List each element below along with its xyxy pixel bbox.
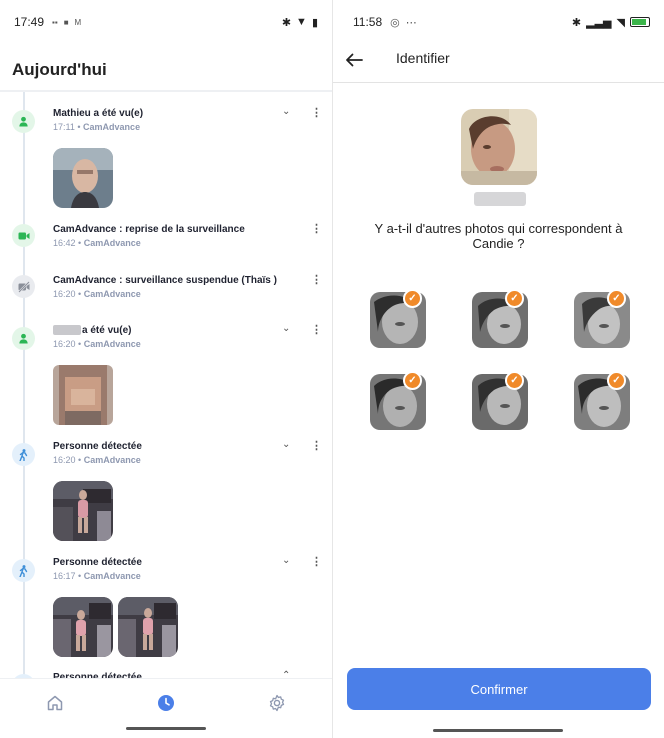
main-face-photo: [461, 109, 537, 185]
person-snapshot[interactable]: [53, 597, 113, 657]
wifi-icon: ◥: [616, 16, 625, 29]
more-options-icon[interactable]: ⋮: [311, 557, 322, 568]
event-meta: 16:42 • CamAdvance: [53, 238, 141, 248]
event-title: CamAdvance : surveillance suspendue (Tha…: [53, 275, 277, 286]
wifi-icon: ▼: [296, 16, 307, 28]
event-title: Mathieu a été vu(e): [53, 108, 144, 119]
more-icon: ⋯: [405, 16, 417, 29]
chevron-down-icon[interactable]: ⌄: [282, 323, 290, 334]
more-options-icon[interactable]: ⋮: [311, 275, 322, 286]
check-icon[interactable]: ✓: [607, 371, 626, 390]
confirm-button[interactable]: Confirmer: [347, 668, 651, 710]
more-options-icon[interactable]: ⋮: [311, 441, 322, 452]
header-divider: [333, 82, 664, 83]
status-bar: 11:58 ◎ ⋯ ✱ ▂▃▅ ◥: [333, 0, 664, 44]
person-icon: [12, 110, 35, 133]
check-icon[interactable]: ✓: [403, 289, 422, 308]
face-thumbnail[interactable]: [53, 365, 113, 425]
gesture-bar: [433, 729, 563, 732]
status-time: 17:49: [14, 15, 45, 29]
check-icon[interactable]: ✓: [403, 371, 422, 390]
camera-icon: [12, 224, 35, 247]
more-options-icon[interactable]: ⋮: [311, 325, 322, 336]
notification-icon: ▪▪: [52, 17, 58, 27]
event-meta: 16:20 • CamAdvance: [53, 455, 141, 465]
event-title: CamAdvance : reprise de la surveillance: [53, 224, 245, 235]
more-options-icon[interactable]: ⋮: [311, 108, 322, 119]
battery-icon: [630, 17, 650, 27]
header-divider: [0, 90, 332, 92]
event-meta: 16:20 • CamAdvance: [53, 339, 141, 349]
face-thumbnail[interactable]: [53, 148, 113, 208]
check-icon[interactable]: ✓: [607, 289, 626, 308]
check-icon[interactable]: ✓: [505, 371, 524, 390]
clock-icon[interactable]: [154, 691, 178, 715]
bluetooth-icon: ✱: [571, 16, 582, 29]
whatsapp-icon: ◎: [390, 16, 400, 29]
check-icon[interactable]: ✓: [505, 289, 524, 308]
status-bar: 17:49 ▪▪ ■ M ✱ ▼ ▮: [0, 0, 332, 44]
page-title: Aujourd'hui: [12, 60, 107, 79]
event-title: Personne détectée: [53, 557, 142, 568]
person-icon: [12, 327, 35, 350]
chevron-down-icon[interactable]: ⌄: [282, 555, 290, 566]
gesture-bar: [126, 727, 206, 730]
chevron-down-icon[interactable]: ⌄: [282, 439, 290, 450]
bottom-navigation: [0, 678, 332, 738]
battery-icon: ▮: [311, 16, 318, 29]
person-snapshot[interactable]: [53, 481, 113, 541]
event-meta: 17:11 • CamAdvance: [53, 122, 141, 132]
timeline-line: [23, 92, 25, 682]
page-title: Identifier: [396, 50, 450, 66]
person-snapshot[interactable]: [118, 597, 178, 657]
chevron-down-icon[interactable]: ⌄: [282, 106, 290, 117]
right-screen: 11:58 ◎ ⋯ ✱ ▂▃▅ ◥ Identifier Y a-t-il d'…: [333, 0, 664, 738]
left-screen: 17:49 ▪▪ ■ M ✱ ▼ ▮ Aujourd'hui Mathieu a…: [0, 0, 332, 738]
event-title: Personne détectée: [53, 441, 142, 452]
blurred-name: [53, 325, 81, 336]
more-options-icon[interactable]: ⋮: [311, 224, 322, 235]
gear-icon[interactable]: [265, 691, 289, 715]
back-arrow-icon[interactable]: [345, 51, 363, 72]
signal-icon: ▂▃▅: [586, 16, 612, 29]
teams-icon: ■: [63, 17, 69, 27]
gmail-icon: M: [74, 17, 82, 27]
bluetooth-icon: ✱: [281, 16, 292, 29]
walking-icon: [12, 443, 35, 466]
status-time: 11:58: [353, 15, 383, 29]
event-meta: 16:20 • CamAdvance: [53, 289, 141, 299]
event-meta: 16:17 • CamAdvance: [53, 571, 141, 581]
event-title: a été vu(e): [53, 325, 131, 336]
home-icon[interactable]: [43, 691, 67, 715]
walking-icon: [12, 559, 35, 582]
blurred-name: [474, 192, 526, 206]
question-text: Y a-t-il d'autres photos qui corresponde…: [374, 221, 623, 251]
camera-off-icon: [12, 275, 35, 298]
app-header: Identifier: [333, 44, 664, 84]
